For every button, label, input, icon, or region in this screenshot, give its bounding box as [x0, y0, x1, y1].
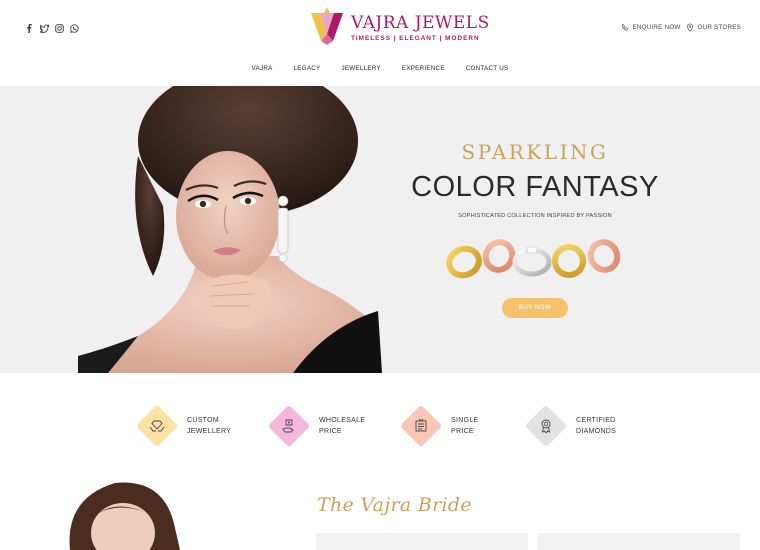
feature-certified-diamonds[interactable]: CERTIFIED DIAMONDS — [524, 404, 616, 448]
rings-image — [446, 239, 621, 279]
nav-item-vajra[interactable]: VAJRA — [252, 65, 273, 72]
feature-label-line2: JEWELLERY — [187, 428, 232, 435]
feature-wholesale-price[interactable]: WHOLESALE PRICE — [267, 404, 365, 448]
price-tag-hand-icon — [282, 419, 294, 433]
hands-diamond-icon — [149, 420, 165, 432]
feature-badge — [135, 404, 179, 448]
bride-card[interactable] — [537, 533, 740, 550]
feature-custom-jewellery[interactable]: CUSTOM JEWELLERY — [135, 404, 231, 448]
bride-card[interactable] — [316, 533, 528, 550]
enquire-now-label: ENQUIRE NOW — [632, 24, 681, 31]
facebook-icon[interactable] — [25, 23, 34, 33]
phone-icon — [622, 23, 629, 31]
location-pin-icon — [687, 23, 694, 32]
hero-subtitle: SOPHISTICATED COLLECTION INSPIRED BY PAS… — [458, 213, 612, 219]
bride-section-title: The Vajra Bride — [317, 494, 472, 516]
nav-item-jewellery[interactable]: JEWELLERY — [341, 65, 380, 72]
feature-label-line1: CUSTOM — [187, 417, 220, 424]
brand-logo[interactable]: VAJRA JEWELS TIMELESS | ELEGANT | MODERN — [307, 7, 490, 47]
bride-model-image — [69, 482, 180, 550]
feature-badge — [267, 404, 311, 448]
feature-label-line1: WHOLESALE — [319, 417, 366, 424]
feature-label-line2: DIAMONDS — [576, 428, 617, 435]
our-stores-link[interactable]: OUR STORES — [686, 23, 741, 32]
twitter-icon[interactable] — [40, 23, 49, 33]
hero-kicker: SPARKLING — [461, 140, 609, 164]
header-actions: ENQUIRE NOW OUR STORES — [621, 23, 741, 32]
feature-label-line2: PRICE — [319, 428, 342, 435]
feature-badge — [524, 404, 568, 448]
social-links — [25, 23, 79, 33]
feature-strip: CUSTOM JEWELLERY WHOLESALE PRICE SINGLE … — [0, 404, 760, 454]
hero-model-image — [78, 86, 382, 373]
enquire-now-link[interactable]: ENQUIRE NOW — [621, 23, 680, 32]
feature-label-line1: CERTIFIED — [576, 417, 616, 424]
main-nav: VAJRA LEGACY JEWELLERY EXPERIENCE CONTAC… — [0, 65, 760, 72]
buy-now-button[interactable]: BUY NOW — [502, 298, 568, 318]
feature-single-price[interactable]: SINGLE PRICE — [399, 404, 478, 448]
hero-banner: SPARKLING COLOR FANTASY SOPHISTICATED CO… — [0, 86, 760, 373]
feature-badge — [399, 404, 443, 448]
nav-item-experience[interactable]: EXPERIENCE — [402, 65, 445, 72]
certificate-badge-icon — [541, 419, 551, 434]
whatsapp-icon[interactable] — [70, 23, 79, 33]
our-stores-label: OUR STORES — [697, 24, 741, 31]
site-header: VAJRA JEWELS TIMELESS | ELEGANT | MODERN… — [0, 0, 760, 86]
feature-label-line1: SINGLE — [451, 417, 479, 424]
nav-item-contact-us[interactable]: CONTACT US — [466, 65, 509, 72]
brand-tagline: TIMELESS | ELEGANT | MODERN — [351, 34, 480, 42]
nav-item-legacy[interactable]: LEGACY — [294, 65, 321, 72]
instagram-icon[interactable] — [55, 23, 64, 33]
feature-label-line2: PRICE — [451, 428, 474, 435]
vajra-logo-mark-icon — [311, 7, 343, 45]
hero-title: COLOR FANTASY — [411, 171, 659, 203]
price-board-icon — [415, 418, 427, 432]
brand-name: VAJRA JEWELS — [351, 12, 490, 33]
